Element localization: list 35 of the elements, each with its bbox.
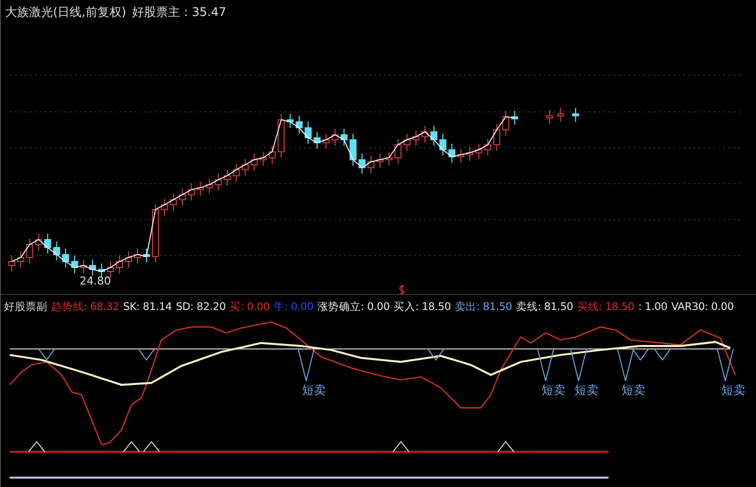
indicator-value: VAR30: 0.00	[671, 300, 734, 313]
indicator-value: 买: 0.00	[230, 300, 270, 314]
indicator-name: 好股票副	[4, 300, 48, 314]
indicator-value: SK: 81.14	[123, 300, 172, 313]
sell-marker	[38, 348, 56, 362]
indicator-value: 卖出: 81.50	[454, 300, 512, 314]
signal-label: 短卖	[622, 383, 646, 398]
indicator-value: 涨势确立: 0.00	[317, 300, 390, 314]
sell-marker	[716, 348, 734, 382]
buy-marker	[123, 441, 140, 453]
sell-marker	[138, 348, 155, 362]
indicator-value: SD: 82.20	[176, 300, 226, 313]
sell-marker	[654, 348, 671, 362]
low-price-label: 24.80	[80, 274, 112, 288]
signal-label: 短卖	[542, 383, 566, 398]
signal-label: 短卖	[721, 383, 746, 398]
sell-marker	[570, 348, 588, 382]
indicator-value: : 1.00	[638, 300, 668, 313]
buy-marker	[142, 441, 160, 453]
indicator-value: 好股票主 : 35.47	[132, 4, 226, 21]
sell-marker	[298, 348, 315, 382]
dollar-icon	[399, 284, 404, 294]
buy-marker	[392, 441, 410, 453]
sell-marker	[427, 348, 444, 362]
sell-marker	[537, 348, 554, 382]
buy-marker	[28, 441, 46, 453]
signal-label: 短卖	[302, 383, 326, 398]
indicator-value: 牛: 0.00	[274, 300, 314, 314]
signal-label: 短卖	[574, 383, 599, 398]
indicator-value: 趋势线: 68.32	[51, 300, 120, 314]
indicator-value: 买入: 18.50	[394, 300, 451, 314]
buy-marker	[497, 441, 514, 453]
indicator-value: 买线: 18.50	[577, 300, 634, 314]
indicator-value: 卖线: 81.50	[516, 300, 574, 314]
chart-title: 大族激光(日线,前复权)	[5, 4, 126, 21]
